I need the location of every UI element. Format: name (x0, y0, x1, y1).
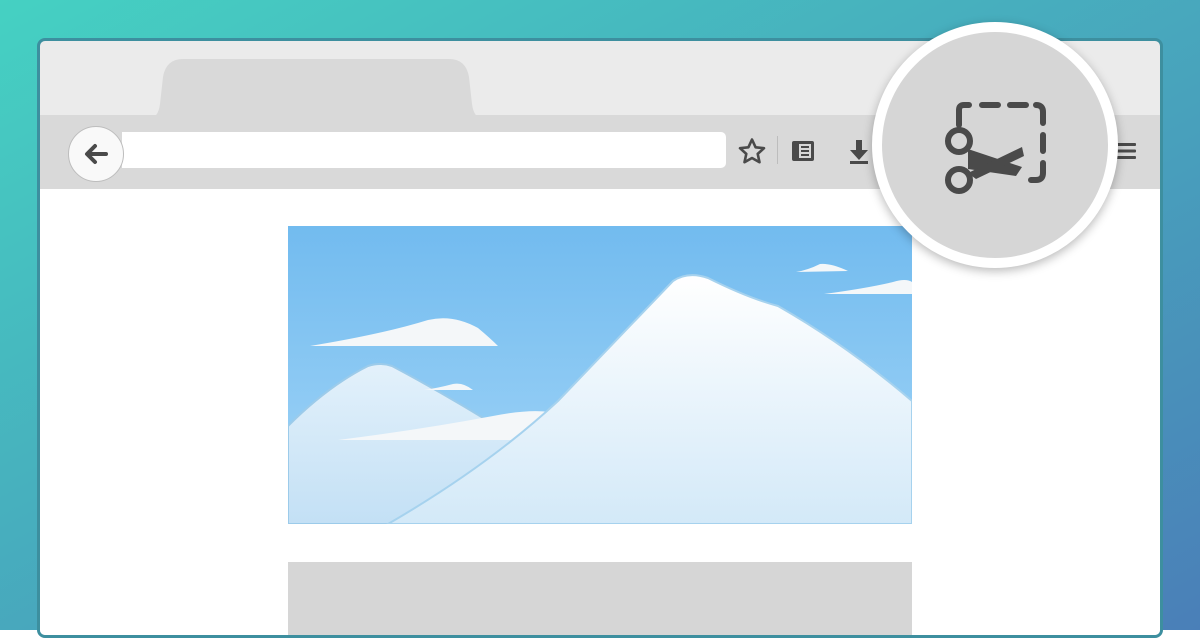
browser-tab[interactable] (148, 59, 484, 119)
back-button[interactable] (68, 126, 124, 182)
screenshot-scissors-icon (945, 102, 1046, 194)
download-icon[interactable] (844, 137, 874, 165)
toolbar-separator (777, 136, 778, 164)
reader-list-icon[interactable] (788, 137, 818, 165)
address-bar[interactable] (122, 132, 726, 168)
back-arrow-icon (85, 144, 108, 164)
bookmark-star-icon[interactable] (737, 137, 767, 165)
screenshot-tool-button[interactable] (872, 22, 1118, 268)
hero-image (288, 226, 912, 524)
content-placeholder (288, 562, 912, 635)
